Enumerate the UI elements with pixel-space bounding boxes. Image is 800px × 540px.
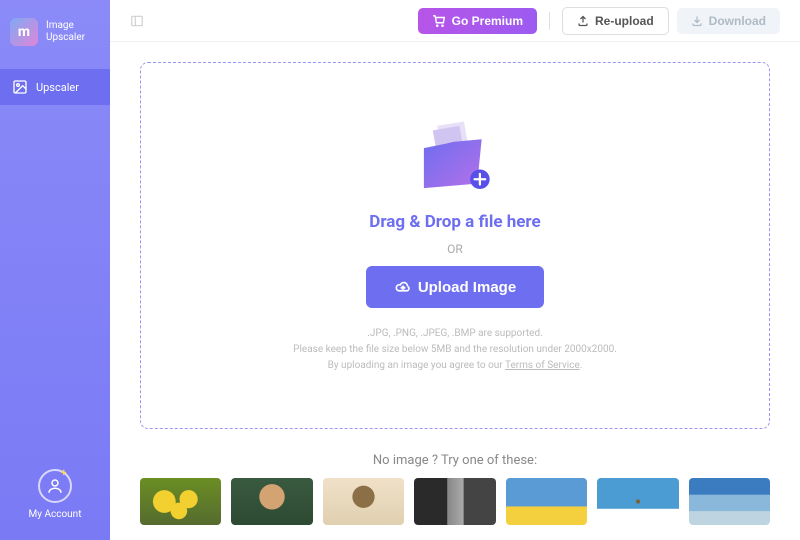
sample-thumb[interactable]	[414, 478, 495, 525]
dropzone-or: OR	[447, 242, 463, 256]
sample-thumb[interactable]	[597, 478, 678, 525]
go-premium-button[interactable]: Go Premium	[418, 8, 537, 34]
logo[interactable]: m Image Upscaler	[0, 10, 110, 54]
sample-thumb[interactable]	[231, 478, 312, 525]
avatar: +	[38, 469, 72, 503]
sidebar-item-label: Upscaler	[36, 81, 79, 94]
download-icon	[691, 15, 703, 27]
topbar: Go Premium Re-upload Download	[110, 0, 800, 42]
sample-thumb[interactable]	[140, 478, 221, 525]
account-label: My Account	[29, 509, 82, 520]
collapse-icon[interactable]	[130, 14, 144, 28]
sidebar-item-upscaler[interactable]: Upscaler	[0, 69, 110, 105]
account-section[interactable]: + My Account	[0, 449, 110, 540]
sample-thumb[interactable]	[689, 478, 770, 525]
logo-icon: m	[10, 18, 38, 46]
cart-icon	[432, 14, 446, 28]
cloud-upload-icon	[394, 278, 412, 296]
samples-title: No image ? Try one of these:	[110, 453, 800, 468]
folder-icon	[410, 117, 500, 197]
download-button[interactable]: Download	[677, 8, 780, 34]
app-name: Image Upscaler	[46, 20, 85, 44]
sidebar: m Image Upscaler Upscaler + My Account	[0, 0, 110, 540]
tos-link[interactable]: Terms of Service	[505, 360, 580, 371]
content: Drag & Drop a file here OR Upload Image …	[110, 42, 800, 439]
plus-badge-icon: +	[61, 468, 73, 480]
dropzone[interactable]: Drag & Drop a file here OR Upload Image …	[140, 62, 770, 429]
upload-image-button[interactable]: Upload Image	[366, 266, 544, 308]
upscaler-icon	[12, 79, 28, 95]
samples-row	[110, 478, 800, 540]
upload-icon	[577, 15, 589, 27]
reupload-button[interactable]: Re-upload	[562, 7, 669, 35]
main: Go Premium Re-upload Download	[110, 0, 800, 540]
divider	[549, 12, 550, 30]
sample-thumb[interactable]	[323, 478, 404, 525]
dropzone-title: Drag & Drop a file here	[369, 212, 540, 232]
sample-thumb[interactable]	[506, 478, 587, 525]
dropzone-notes: .JPG, .PNG, .JPEG, .BMP are supported. P…	[293, 326, 617, 374]
